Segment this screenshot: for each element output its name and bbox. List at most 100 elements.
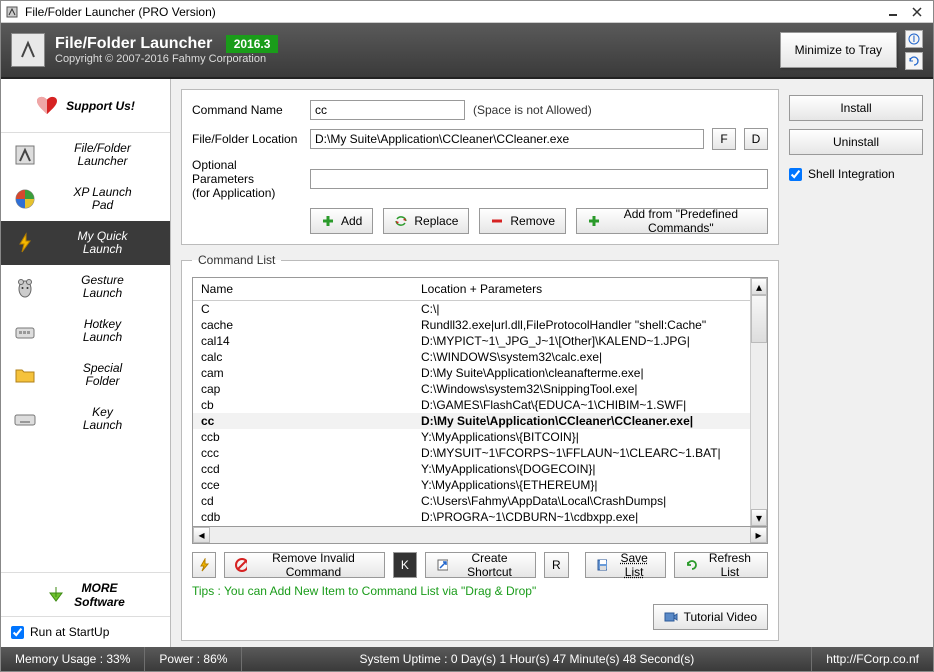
- uninstall-button[interactable]: Uninstall: [789, 129, 923, 155]
- location-label: File/Folder Location: [192, 132, 302, 146]
- support-us-button[interactable]: Support Us!: [1, 79, 170, 133]
- refresh-icon[interactable]: [905, 52, 923, 70]
- add-button[interactable]: Add: [310, 208, 373, 234]
- k-button[interactable]: K: [393, 552, 417, 578]
- run-at-startup-checkbox[interactable]: [11, 626, 24, 639]
- lightning-icon: [197, 558, 211, 572]
- save-list-button[interactable]: Save List: [585, 552, 666, 578]
- copyright-text: Copyright © 2007-2016 Fahmy Corporation: [55, 53, 780, 65]
- mouse-icon: [13, 275, 37, 299]
- add-predefined-button[interactable]: Add from "Predefined Commands": [576, 208, 768, 234]
- horizontal-scrollbar[interactable]: ◂ ▸: [192, 527, 768, 544]
- status-uptime: System Uptime : 0 Day(s) 1 Hour(s) 47 Mi…: [242, 647, 812, 671]
- table-row[interactable]: calcC:\WINDOWS\system32\calc.exe|: [193, 349, 750, 365]
- plus-icon: [587, 214, 599, 228]
- info-icon[interactable]: i: [905, 30, 923, 48]
- sidebar-item-label: File/Folder Launcher: [47, 142, 158, 168]
- sidebar-item-label: Hotkey Launch: [47, 318, 158, 344]
- install-button[interactable]: Install: [789, 95, 923, 121]
- lightning-icon: [13, 231, 37, 255]
- table-row[interactable]: cdbD:\PROGRA~1\CDBURN~1\cdbxpp.exe|: [193, 509, 750, 525]
- keyboard-icon: [13, 407, 37, 431]
- table-row[interactable]: CC:\|: [193, 301, 750, 318]
- remove-button[interactable]: Remove: [479, 208, 566, 234]
- command-name-input[interactable]: [310, 100, 465, 120]
- command-list-table[interactable]: Name Location + Parameters CC:\|cacheRun…: [193, 278, 750, 526]
- location-input[interactable]: [310, 129, 704, 149]
- app-header: File/Folder Launcher 2016.3 Copyright © …: [1, 23, 933, 79]
- table-row[interactable]: camD:\My Suite\Application\cleanafterme.…: [193, 365, 750, 381]
- shell-integration-label: Shell Integration: [808, 167, 895, 181]
- table-row[interactable]: cacheRundll32.exe|url.dll,FileProtocolHa…: [193, 317, 750, 333]
- col-header-location[interactable]: Location + Parameters: [413, 278, 750, 301]
- sidebar-item-label: My Quick Launch: [47, 230, 158, 256]
- sidebar-item-key-launch[interactable]: Key Launch: [1, 397, 170, 441]
- shell-integration-checkbox[interactable]: [789, 168, 802, 181]
- command-name-hint: (Space is not Allowed): [473, 103, 592, 117]
- create-shortcut-button[interactable]: Create Shortcut: [425, 552, 536, 578]
- scroll-thumb[interactable]: [751, 295, 767, 343]
- lightning-action-button[interactable]: [192, 552, 216, 578]
- svg-text:i: i: [913, 33, 916, 45]
- more-label: MORE Software: [74, 581, 125, 609]
- table-row[interactable]: ccD:\My Suite\Application\CCleaner\CClea…: [193, 413, 750, 429]
- table-row[interactable]: ccdY:\MyApplications\{DOGECOIN}|: [193, 461, 750, 477]
- sidebar-item-label: Gesture Launch: [47, 274, 158, 300]
- folder-icon: [13, 363, 37, 387]
- table-row[interactable]: cal14D:\MYPICT~1\_JPG_J~1\[Other]\KALEND…: [193, 333, 750, 349]
- table-row[interactable]: cfC:\Program Files\Cyberfox\Cyberfox.exe…: [193, 525, 750, 526]
- table-row[interactable]: cdC:\Users\Fahmy\AppData\Local\CrashDump…: [193, 493, 750, 509]
- params-input[interactable]: [310, 169, 768, 189]
- vertical-scrollbar[interactable]: ▴ ▾: [750, 278, 767, 526]
- app-title: File/Folder Launcher: [55, 35, 212, 53]
- version-badge: 2016.3: [226, 35, 279, 53]
- table-row[interactable]: cccD:\MYSUIT~1\FCORPS~1\FFLAUN~1\CLEARC~…: [193, 445, 750, 461]
- scroll-left-arrow[interactable]: ◂: [193, 527, 210, 543]
- sidebar-item-my-quick-launch[interactable]: My Quick Launch: [1, 221, 170, 265]
- status-memory: Memory Usage : 33%: [1, 647, 145, 671]
- app-icon: [5, 5, 19, 19]
- close-button[interactable]: [905, 3, 929, 21]
- table-row[interactable]: cbD:\GAMES\FlashCat\{EDUCA~1\CHIBIM~1.SW…: [193, 397, 750, 413]
- status-bar: Memory Usage : 33% Power : 86% System Up…: [1, 647, 933, 671]
- status-url: http://FCorp.co.nf: [812, 647, 933, 671]
- hotkey-icon: [13, 319, 37, 343]
- command-list-legend: Command List: [192, 253, 281, 267]
- sidebar-item-file-folder-launcher[interactable]: File/Folder Launcher: [1, 133, 170, 177]
- scroll-up-arrow[interactable]: ▴: [751, 278, 767, 295]
- sidebar-item-special-folder[interactable]: Special Folder: [1, 353, 170, 397]
- refresh-list-button[interactable]: Refresh List: [674, 552, 768, 578]
- sidebar-item-xp-launch-pad[interactable]: XP Launch Pad: [1, 177, 170, 221]
- col-header-name[interactable]: Name: [193, 278, 413, 301]
- tips-text: Tips : You can Add New Item to Command L…: [192, 584, 768, 598]
- minimize-to-tray-button[interactable]: Minimize to Tray: [780, 32, 897, 68]
- sidebar-item-gesture-launch[interactable]: Gesture Launch: [1, 265, 170, 309]
- more-software-button[interactable]: MORE Software: [1, 572, 170, 616]
- replace-button[interactable]: Replace: [383, 208, 469, 234]
- sidebar-item-hotkey-launch[interactable]: Hotkey Launch: [1, 309, 170, 353]
- minus-icon: [490, 214, 504, 228]
- launcher-icon: [13, 143, 37, 167]
- run-at-startup-label: Run at StartUp: [30, 625, 109, 639]
- replace-icon: [394, 214, 408, 228]
- browse-file-button[interactable]: F: [712, 128, 736, 150]
- scroll-down-arrow[interactable]: ▾: [751, 509, 767, 526]
- save-icon: [596, 558, 608, 572]
- window-title: File/Folder Launcher (PRO Version): [25, 5, 881, 19]
- heart-icon: [36, 96, 58, 116]
- browse-folder-button[interactable]: D: [744, 128, 768, 150]
- app-logo: [11, 33, 45, 67]
- remove-invalid-button[interactable]: Remove Invalid Command: [224, 552, 384, 578]
- r-button[interactable]: R: [544, 552, 568, 578]
- sidebar-item-label: XP Launch Pad: [47, 186, 158, 212]
- tutorial-video-button[interactable]: Tutorial Video: [653, 604, 768, 630]
- scroll-right-arrow[interactable]: ▸: [750, 527, 767, 543]
- table-row[interactable]: capC:\Windows\system32\SnippingTool.exe|: [193, 381, 750, 397]
- support-label: Support Us!: [66, 99, 135, 113]
- shortcut-icon: [436, 558, 448, 572]
- status-power: Power : 86%: [145, 647, 242, 671]
- table-row[interactable]: cceY:\MyApplications\{ETHEREUM}|: [193, 477, 750, 493]
- table-row[interactable]: ccbY:\MyApplications\{BITCOIN}|: [193, 429, 750, 445]
- minimize-button[interactable]: [881, 3, 905, 21]
- xp-icon: [13, 187, 37, 211]
